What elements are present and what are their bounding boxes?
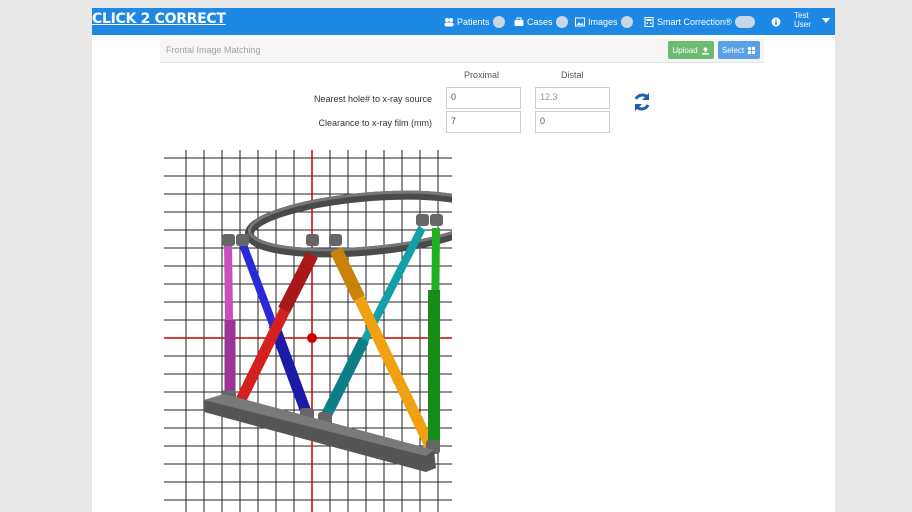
- frame-visualization[interactable]: [164, 150, 452, 512]
- select-label: Select: [721, 45, 745, 55]
- nav-smart-correction[interactable]: Smart Correction®: [644, 8, 755, 35]
- user-name-line2: User: [794, 20, 811, 29]
- info-button[interactable]: [771, 8, 784, 35]
- panel-title: Frontal Image Matching: [166, 45, 261, 55]
- brand-logo[interactable]: CLICK 2 CORRECT: [92, 11, 226, 27]
- nav-smart-correction-label: Smart Correction®: [657, 16, 732, 27]
- strut-green: [428, 227, 440, 446]
- distal-column-header: Distal: [561, 70, 584, 80]
- clearance-label: Clearance to x-ray film (mm): [318, 118, 432, 128]
- navbar-bar: CLICK 2 CORRECT Patients Cases Images Sm…: [92, 8, 835, 35]
- clearance-proximal-input[interactable]: 7: [446, 111, 521, 133]
- navbar: CLICK 2 CORRECT Patients Cases Images Sm…: [0, 0, 912, 35]
- chevron-down-icon[interactable]: [822, 18, 830, 23]
- user-menu[interactable]: Test User: [794, 11, 811, 29]
- patients-badge: [492, 15, 505, 28]
- refresh-icon[interactable]: [632, 91, 652, 113]
- bottom-ring: [204, 394, 436, 472]
- nearest-hole-label: Nearest hole# to x-ray source: [313, 94, 432, 104]
- clearance-distal-input[interactable]: 0: [535, 111, 610, 133]
- main-content: Frontal Image Matching Upload Select Pro…: [92, 35, 835, 512]
- nearest-hole-distal-input[interactable]: 12.3: [535, 87, 610, 109]
- image-icon: [575, 17, 585, 26]
- nav-cases[interactable]: Cases: [514, 8, 568, 35]
- panel-header: Frontal Image Matching Upload Select: [160, 39, 764, 63]
- upload-label: Upload: [672, 45, 698, 55]
- strut-pink: [224, 241, 236, 396]
- nav-patients-label: Patients: [457, 16, 490, 27]
- calculator-icon: [644, 16, 654, 27]
- grid-icon: [748, 46, 756, 54]
- user-name-line1: Test: [794, 11, 809, 20]
- nav-cases-label: Cases: [527, 16, 553, 27]
- proximal-column-header: Proximal: [464, 70, 500, 80]
- cases-badge: [555, 15, 568, 28]
- info-icon: [771, 17, 781, 26]
- select-button[interactable]: Select: [718, 41, 760, 59]
- briefcase-icon: [514, 17, 524, 26]
- nearest-hole-proximal-input[interactable]: 0: [446, 87, 521, 109]
- nav-patients[interactable]: Patients: [444, 8, 505, 35]
- images-badge: [620, 15, 633, 28]
- nav-images-label: Images: [588, 16, 618, 27]
- upload-icon: [701, 46, 709, 55]
- center-marker: [307, 333, 317, 343]
- smart-correction-badge: [734, 15, 755, 28]
- nav-images[interactable]: Images: [575, 8, 633, 35]
- users-icon: [444, 17, 454, 26]
- upload-button[interactable]: Upload: [668, 41, 714, 59]
